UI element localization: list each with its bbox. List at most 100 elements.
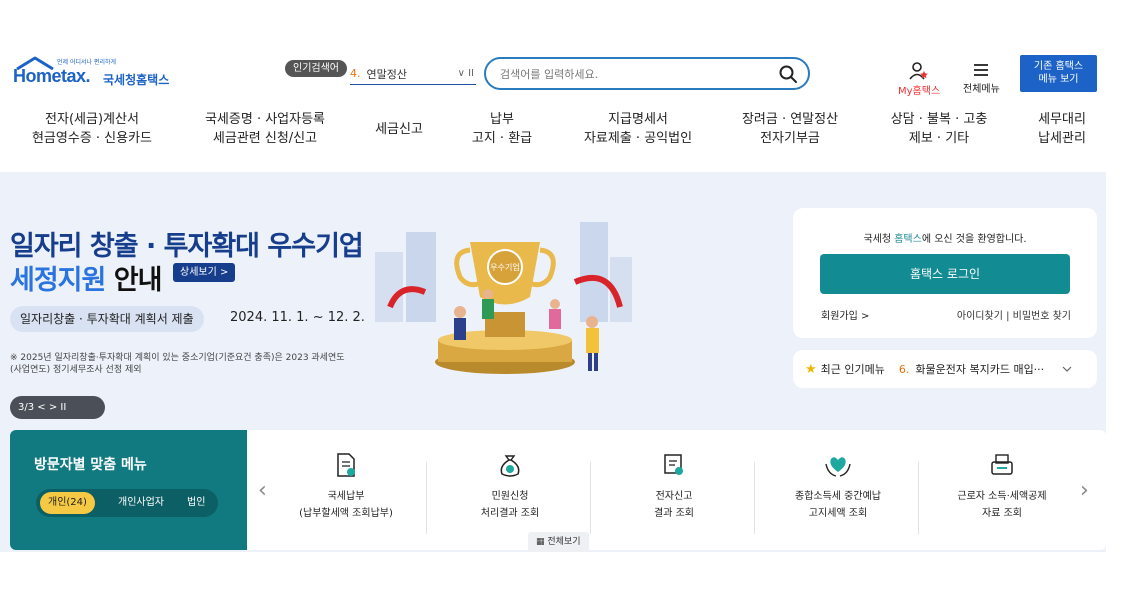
quick-item-interim-prepayment[interactable]: 종합소득세 중간예납 고지세액 조회 xyxy=(758,452,918,522)
gnb-label: 현금영수증 · 신용카드 xyxy=(31,131,153,146)
welcome-highlight: 홈택스 xyxy=(894,234,922,245)
detail-view-button[interactable]: 상세보기 > xyxy=(173,263,236,282)
gnb-label: 세금신고 xyxy=(375,122,423,137)
star-icon: ★ xyxy=(805,361,817,377)
quick-menu-sidebar: 방문자별 맞춤 메뉴 개인(24) 개인사업자 법인 xyxy=(10,430,247,550)
quick-item-line1: 근로자 소득·세액공제 xyxy=(957,491,1047,502)
all-menu-button[interactable]: 전체메뉴 xyxy=(963,62,1000,95)
popular-controls[interactable]: ∨ II xyxy=(458,68,474,79)
tab-individual[interactable]: 개인(24) xyxy=(40,492,95,514)
quick-item-line2: 처리결과 조회 xyxy=(480,508,540,519)
user-icon xyxy=(909,62,928,80)
tab-corporation[interactable]: 법인 xyxy=(179,492,213,514)
signup-link[interactable]: 회원가입 > xyxy=(821,307,869,322)
old-hometax-menu-button[interactable]: 기존 홈택스 메뉴 보기 xyxy=(1020,55,1097,92)
quick-menu-title: 방문자별 맞춤 메뉴 xyxy=(34,457,147,473)
welcome-text: 국세청 xyxy=(863,234,895,245)
gnb-item-payment-statement[interactable]: 지급명세서 자료제출 · 공익법인 xyxy=(584,110,692,148)
gnb-item-tax-return[interactable]: 세금신고 xyxy=(375,120,423,139)
old-menu-line2: 메뉴 보기 xyxy=(1038,74,1079,85)
login-panel: 국세청 홈택스에 오신 것을 환영합니다. 홈택스 로그인 회원가입 > 아이디… xyxy=(793,208,1097,338)
divider xyxy=(590,462,591,534)
recent-item[interactable]: 화물운전자 복지카드 매입··· xyxy=(915,361,1044,377)
e-filing-icon xyxy=(664,454,683,475)
logo-subtitle: 국세청홈택스 xyxy=(103,73,170,87)
search-input[interactable] xyxy=(500,65,770,83)
login-button[interactable]: 홈택스 로그인 xyxy=(820,254,1070,294)
old-menu-line1: 기존 홈택스 xyxy=(1033,61,1084,72)
gnb-label: 전자(세금)계산서 xyxy=(45,112,139,127)
divider xyxy=(918,462,919,534)
gnb-label: 고지 · 환급 xyxy=(471,131,533,146)
visitor-quick-menu: 방문자별 맞춤 메뉴 개인(24) 개인사업자 법인 ‹ › 국세납부 (납부할… xyxy=(10,430,1106,552)
hero-title-dark: 안내 xyxy=(113,265,163,296)
slide-controls[interactable]: 3/3 < > II xyxy=(10,396,105,419)
quick-item-e-filing[interactable]: 전자신고 결과 조회 xyxy=(594,452,754,522)
popular-keyword[interactable]: 연말정산 xyxy=(367,66,458,82)
gnb-label: 지급명세서 xyxy=(608,112,668,127)
popular-rank: 4. xyxy=(350,67,361,80)
quick-item-income-deduction[interactable]: 근로자 소득·세액공제 자료 조회 xyxy=(922,452,1082,522)
logo-tagline: 언제 어디서나 편리하게 xyxy=(57,59,117,66)
gnb-item-tax-agent[interactable]: 세무대리 납세관리 xyxy=(1038,110,1086,148)
grid-icon: ▦ xyxy=(536,537,545,547)
gnb-label: 국세증명 · 사업자등록 xyxy=(204,112,326,127)
quick-item-line1: 국세납부 xyxy=(327,491,365,502)
recent-popular-menu[interactable]: ★ 최근 인기메뉴 6. 화물운전자 복지카드 매입··· xyxy=(793,350,1097,388)
gnb-item-year-end[interactable]: 장려금 · 연말정산 전자기부금 xyxy=(742,110,838,148)
hamburger-icon xyxy=(974,64,989,76)
all-menu-label: 전체메뉴 xyxy=(963,84,1000,95)
hands-heart-icon xyxy=(825,457,851,477)
gnb-label: 세금관련 신청/신고 xyxy=(212,131,318,146)
gnb-item-e-invoice[interactable]: 전자(세금)계산서 현금영수증 · 신용카드 xyxy=(32,110,152,148)
quick-item-line1: 전자신고 xyxy=(655,491,693,502)
view-all-button[interactable]: ▦ 전체보기 xyxy=(528,532,589,552)
trophy-illustration: 우수기업 xyxy=(375,222,632,374)
quick-item-civil-request[interactable]: 민원신청 처리결과 조회 xyxy=(430,452,590,522)
gnb-item-certificates[interactable]: 국세증명 · 사업자등록 세금관련 신청/신고 xyxy=(205,110,325,148)
hometax-logo[interactable]: 언제 어디서나 편리하게 Hometax. 국세청홈택스 xyxy=(13,56,183,96)
gnb-label: 자료제출 · 공익법인 xyxy=(583,131,693,146)
hometax-page: 언제 어디서나 편리하게 Hometax. 국세청홈택스 인기검색어 4. 연말… xyxy=(0,0,1127,592)
divider xyxy=(426,462,427,534)
my-hometax-button[interactable]: My홈택스 xyxy=(898,62,940,97)
divider xyxy=(754,462,755,534)
tab-sole-proprietor[interactable]: 개인사업자 xyxy=(110,492,172,514)
document-print-icon xyxy=(991,454,1013,475)
main-navigation: 전자(세금)계산서 현금영수증 · 신용카드 국세증명 · 사업자등록 세금관련… xyxy=(0,110,1127,160)
gnb-item-payment[interactable]: 납부 고지 · 환급 xyxy=(472,110,532,148)
quick-item-line1: 민원신청 xyxy=(491,491,529,502)
gnb-item-consulting[interactable]: 상담 · 불복 · 고충 제보 · 기타 xyxy=(891,110,988,148)
gnb-label: 납부 xyxy=(490,112,514,127)
hero-title-blue: 세정지원 xyxy=(10,265,106,296)
hero-date: 2024. 11. 1. ~ 12. 2. xyxy=(230,310,365,325)
logo-wordmark: Hometax. xyxy=(13,66,91,86)
money-bag-icon xyxy=(500,455,520,477)
quick-item-line2: (납부할세액 조회납부) xyxy=(299,508,393,519)
popular-search-badge: 인기검색어 xyxy=(285,60,347,77)
gnb-label: 세무대리 xyxy=(1038,112,1086,127)
popular-search-ticker[interactable]: 4. 연말정산 ∨ II xyxy=(350,63,476,85)
gnb-label: 제보 · 기타 xyxy=(908,131,970,146)
recent-rank: 6. xyxy=(898,362,910,376)
quick-item-line2: 결과 조회 xyxy=(654,508,694,519)
search-icon[interactable] xyxy=(778,64,798,84)
gnb-label: 납세관리 xyxy=(1038,131,1086,146)
visitor-type-tabs: 개인(24) 개인사업자 법인 xyxy=(36,489,218,517)
login-welcome: 국세청 홈택스에 오신 것을 환영합니다. xyxy=(793,230,1097,245)
my-hometax-label: My홈택스 xyxy=(898,86,941,97)
chevron-down-icon[interactable] xyxy=(1062,366,1072,372)
find-id-password-links[interactable]: 아이디찾기 | 비밀번호 찾기 xyxy=(957,307,1071,322)
gnb-label: 장려금 · 연말정산 xyxy=(741,112,839,127)
hero-subject-pill: 일자리창출 · 투자확대 계획서 제출 xyxy=(10,306,204,332)
trophy-label: 우수기업 xyxy=(490,263,519,272)
quick-item-line1: 종합소득세 중간예납 xyxy=(795,491,881,502)
search-box xyxy=(484,57,810,90)
quick-item-line2: 자료 조회 xyxy=(982,508,1022,519)
hero-note: ※ 2025년 일자리창출·투자확대 계획이 있는 중소기업(기준요건 충족)은… xyxy=(10,353,345,375)
gnb-label: 상담 · 불복 · 고충 xyxy=(890,112,988,127)
quick-item-tax-payment[interactable]: 국세납부 (납부할세액 조회납부) xyxy=(266,452,426,522)
tax-payment-icon xyxy=(337,453,355,477)
recent-label: 최근 인기메뉴 xyxy=(820,363,885,376)
welcome-text: 에 오신 것을 환영합니다. xyxy=(921,234,1027,245)
